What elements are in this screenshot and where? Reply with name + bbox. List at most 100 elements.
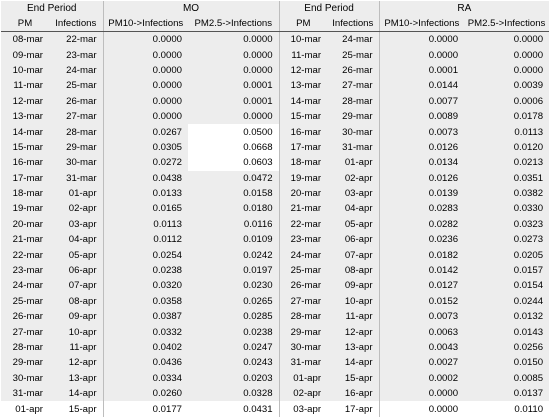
col-header-infections: Infections — [49, 16, 104, 33]
ra-header: RA — [378, 1, 550, 17]
cell-infections-date: 10-apr — [344, 295, 373, 307]
cell-pm25-value: 0.0116 — [243, 218, 273, 230]
cell-pm-date: 31-mar — [278, 355, 328, 371]
cell-pm10-value: 0.0144 — [378, 78, 465, 94]
cell-pm10-value: 0.0073 — [378, 309, 465, 325]
cell-infections-date: 03-apr — [344, 188, 373, 200]
cell-pm10-value: 0.0000 — [378, 47, 465, 63]
cell-infections-date: 06-apr — [344, 234, 373, 246]
cell-pm10-value: 0.0152 — [378, 293, 465, 310]
col-header-pm25: PM2.5->Infections — [464, 16, 550, 33]
cell-pm25-value: 0.0668 — [188, 139, 280, 156]
cell-infections-date: 25-mar — [66, 80, 97, 92]
cell-pm10-value: 0.0000 — [102, 62, 189, 79]
cell-pm25-value: 0.0247 — [243, 342, 273, 353]
cell-pm25-value: 0.0001 — [243, 95, 273, 107]
cell-infections-date: 09-apr — [68, 311, 97, 323]
col-header-pm10: PM10->Infections — [378, 16, 465, 33]
cell-pm10-value: 0.0112 — [102, 232, 189, 248]
cell-pm25-value: 0.0500 — [188, 124, 280, 140]
cell-pm-date: 02-apr — [278, 385, 328, 402]
table-row: 24-mar 07-apr 0.0320 0.0230 26-mar 09-apr 0.01… — [1, 278, 549, 294]
table-row: 16-mar 30-mar 0.0272 0.0603 18-mar 01-apr 0.01… — [1, 155, 549, 171]
cell-pm25-value: 0.0472 — [243, 172, 273, 184]
cell-pm-date: 29-mar — [278, 324, 328, 340]
cell-pm25-value: 0.0000 — [243, 34, 273, 46]
cell-pm25-value: 0.0244 — [513, 295, 544, 307]
cell-pm25-value: 0.0001 — [243, 80, 273, 92]
cell-pm-date: 13-mar — [278, 78, 328, 94]
table-row: 23-mar 06-apr 0.0238 0.0197 25-mar 08-apr 0.01… — [1, 262, 549, 279]
table-row: 10-mar 24-mar 0.0000 0.0000 12-mar 26-mar 0.00… — [1, 62, 549, 79]
cell-pm25-value: 0.0328 — [243, 388, 273, 400]
cell-pm-date: 13-mar — [12, 111, 43, 123]
cell-pm25-value: 0.0113 — [514, 126, 544, 138]
cell-pm-date: 29-mar — [12, 357, 43, 369]
cell-pm-date: 25-mar — [12, 295, 43, 307]
cell-infections-date: 13-apr — [344, 342, 373, 353]
cell-infections-date: 28-mar — [342, 95, 373, 107]
header-row-2: PM Infections PM10->Infections PM2.5->In… — [1, 16, 550, 33]
cell-pm-date: 26-mar — [12, 311, 43, 323]
cell-pm-date: 24-mar — [278, 247, 328, 263]
cell-infections-date: 16-apr — [344, 388, 373, 400]
col-header-infections: Infections — [327, 16, 380, 33]
cell-pm10-value: 0.0238 — [102, 262, 189, 279]
table-row: 08-mar 22-mar 0.0000 0.0000 10-mar 24-mar 0.00… — [1, 31, 549, 48]
cell-pm-date: 22-mar — [12, 249, 43, 261]
cell-pm-date: 10-mar — [12, 64, 43, 76]
table-row: 09-mar 23-mar 0.0000 0.0000 11-mar 25-mar 0.00… — [1, 47, 549, 63]
cell-infections-date: 24-mar — [66, 64, 97, 76]
cell-pm25-value: 0.0213 — [513, 157, 544, 169]
cell-pm10-value: 0.0283 — [378, 201, 465, 217]
cell-pm-date: 09-mar — [12, 49, 43, 61]
cell-infections-date: 02-apr — [68, 203, 97, 215]
table-row: 27-mar 10-apr 0.0332 0.0238 29-mar 12-apr 0.00… — [1, 324, 549, 340]
cell-pm10-value: 0.0254 — [102, 247, 189, 263]
cell-infections-date: 14-apr — [68, 388, 97, 400]
cell-pm25-value: 0.0203 — [243, 372, 273, 384]
cell-pm25-value: 0.0000 — [243, 111, 273, 123]
cell-pm25-value: 0.0323 — [513, 218, 544, 230]
cell-infections-date: 22-mar — [66, 34, 97, 46]
cell-pm-date: 14-mar — [12, 126, 43, 138]
table-row: 22-mar 05-apr 0.0254 0.0242 24-mar 07-apr 0.01… — [1, 247, 549, 263]
cell-infections-date: 26-mar — [342, 64, 373, 76]
cell-pm10-value: 0.0001 — [378, 62, 465, 79]
cell-pm-date: 03-apr — [278, 401, 328, 417]
cell-pm10-value: 0.0332 — [102, 324, 189, 340]
cell-pm25-value: 0.0000 — [513, 49, 544, 61]
cell-pm25-value: 0.0330 — [513, 203, 544, 215]
cell-pm10-value: 0.0305 — [102, 139, 189, 156]
table-row: 13-mar 27-mar 0.0000 0.0000 15-mar 29-mar 0.00… — [1, 108, 549, 125]
right-end-period-header: End Period — [278, 1, 380, 17]
cell-pm-date: 21-mar — [12, 234, 43, 246]
cell-pm10-value: 0.0027 — [378, 355, 465, 371]
cell-pm-date: 15-mar — [278, 108, 328, 125]
cell-pm10-value: 0.0236 — [378, 232, 465, 248]
cell-pm25-value: 0.0157 — [513, 265, 544, 277]
cell-infections-date: 01-apr — [344, 157, 373, 169]
table-row: 11-mar 25-mar 0.0000 0.0001 13-mar 27-mar 0.01… — [1, 78, 549, 94]
cell-pm10-value: 0.0000 — [378, 385, 465, 402]
cell-pm-date: 26-mar — [278, 278, 328, 294]
table-row: 25-mar 08-apr 0.0358 0.0265 27-mar 10-apr 0.01… — [1, 293, 549, 310]
cell-pm25-value: 0.0265 — [243, 295, 273, 307]
cell-pm25-value: 0.0178 — [513, 111, 544, 123]
cell-pm-date: 16-mar — [12, 157, 43, 169]
cell-pm-date: 30-mar — [278, 339, 328, 356]
cell-pm10-value: 0.0126 — [378, 170, 465, 186]
table-row: 01-apr 15-apr 0.0177 0.0431 03-apr 17-apr 0.00… — [1, 401, 549, 417]
cell-pm-date: 20-mar — [278, 185, 328, 202]
cell-pm25-value: 0.0039 — [513, 80, 544, 92]
cell-pm-date: 27-mar — [278, 293, 328, 310]
cell-pm10-value: 0.0077 — [378, 93, 465, 109]
cell-pm25-value: 0.0132 — [513, 311, 544, 323]
cell-infections-date: 15-apr — [68, 403, 97, 415]
cell-pm10-value: 0.0282 — [378, 216, 465, 233]
cell-pm25-value: 0.0205 — [513, 249, 544, 261]
cell-infections-date: 13-apr — [68, 372, 97, 384]
cell-infections-date: 01-apr — [68, 188, 97, 200]
cell-pm-date: 23-mar — [12, 265, 43, 277]
col-header-pm25: PM2.5->Infections — [188, 16, 280, 33]
